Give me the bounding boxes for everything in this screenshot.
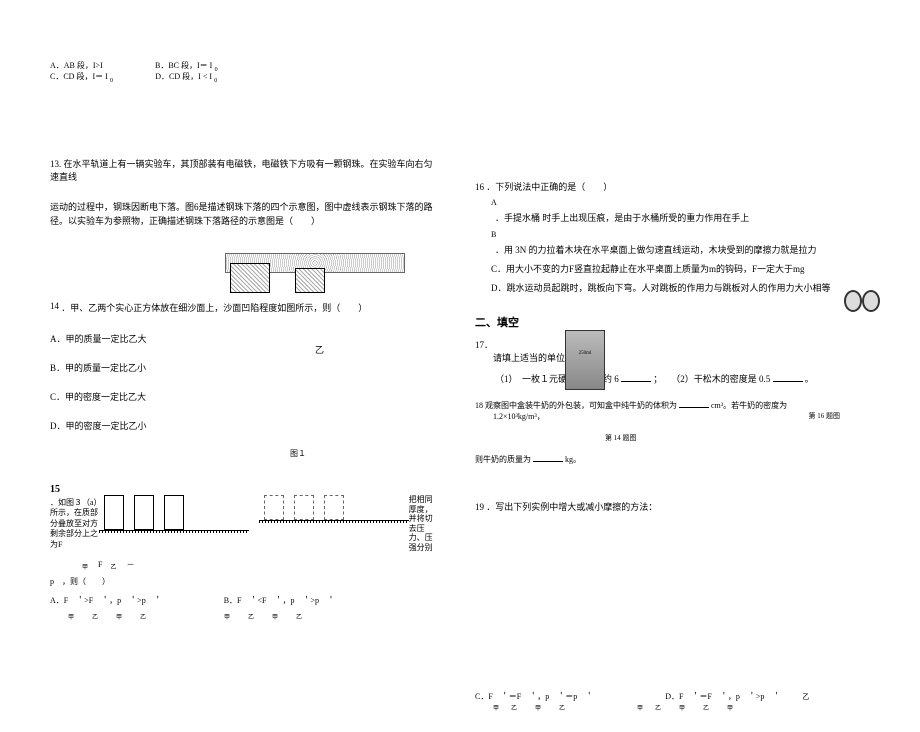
label-yi: 乙 (315, 343, 324, 356)
box-a2 (134, 495, 154, 530)
q19-num: 19 (475, 502, 484, 512)
q16-letter-a: A (491, 198, 900, 207)
q14-opt-d: D．甲的密度一定比乙小 (50, 419, 435, 432)
box-b3 (324, 495, 344, 520)
q18: 18 观察图中盒装牛奶的外包装，可知盒中纯牛奶的体积为 cm³。若牛奶的密度为 … (475, 399, 900, 422)
blank-2[interactable] (773, 373, 803, 382)
q16-num: 16 (475, 182, 484, 192)
q19-text: ．写出下列实例中增大或减小摩擦的方法： (486, 502, 657, 512)
q14-num: 14 (50, 301, 59, 311)
ground-b (259, 520, 409, 523)
q16-opt-d: D．跳水运动员起跳时，跳板向下弯。人对跳板的作用力与跳板对人的作用力大小相等 (491, 281, 900, 294)
q15-diagram-b (259, 495, 409, 523)
q15-formula: p ，则（ ） (50, 576, 435, 587)
fig1-caption: 图１ (290, 448, 435, 459)
q14-opt-a: A．甲的质量一定比乙大 (50, 332, 435, 345)
ground-a (99, 530, 249, 533)
q17-line1: （1） 一枚１元硬币的质量约 6 ； （2）干松木的密度是 0.5 。 (495, 372, 900, 385)
opt-b: B．BC 段，I＝ I (155, 61, 212, 70)
q15-diagram-a (99, 495, 249, 533)
q13-num: 13. (50, 159, 61, 169)
opt-a: A．AB 段，I>I (50, 61, 103, 70)
q15-opt-d: D．F ＇＝F ＇，p ＇>p ＇ (665, 692, 780, 701)
cube-jia (230, 263, 270, 293)
q16-opt-b: ．用 3N 的力拉着木块在水平桌面上做匀速直线运动，木块受到的摩擦力就是拉力 (495, 243, 900, 256)
q16-opt-a: ．手提水桶 时手上出现压痕，是由于水桶所受的重力作用在手上 (495, 211, 900, 224)
q16: 16 ．下列说法中正确的是（ ） (475, 180, 900, 194)
q17-num: 17． (475, 340, 493, 350)
box-a1 (104, 495, 124, 530)
q15-opt-c: C．F ＇＝F ＇，p ＇＝p ＇ (475, 692, 593, 701)
q15-text1: ．如图３（a）所示，在质部分叠放至对方剩余部分上之为F (50, 498, 99, 550)
q16-text: ．下列说法中正确的是（ ） (486, 182, 612, 192)
q16-letter-b: B (491, 230, 900, 239)
q13-text2: 运动的过程中，钢珠因断电下落。图6是描述钢珠下落的四个示意图，图中虚线表示钢珠下… (50, 201, 435, 228)
q14-opt-c: C．甲的密度一定比乙大 (50, 390, 435, 403)
opt-c: C．CD 段，I＝ I (50, 72, 108, 81)
opt-d: D．CD 段，I < I (155, 72, 212, 81)
blank-1[interactable] (621, 373, 651, 382)
q13: 13. 在水平轨道上有一辆实验车，其顶部装有电磁铁，电磁铁下方吸有一颗钢珠。在实… (50, 157, 435, 183)
q18-line2: 则牛奶的质量为 kg。 (475, 453, 900, 465)
cap-14: 第 14 题图 (605, 434, 637, 442)
q15-opt-b: B．F ＇<F ＇，p ＇>p ＇ (224, 596, 335, 605)
box-a3 (164, 495, 184, 530)
q14-opt-b: B．甲的质量一定比乙小 (50, 361, 146, 374)
box-b1 (264, 495, 284, 520)
q16-opt-c: C．用大小不变的力F竖直拉起静止在水平桌面上质量为m的钩码，F一定大于mg (491, 262, 900, 275)
q15-text3: 把相同厚度，并将切去压力、压强分别 (409, 495, 435, 553)
q12-options-top: A．AB 段，I>I B．BC 段，I＝ I 0 C．CD 段，I＝ I 0 D… (50, 60, 435, 82)
handcuff-image (844, 290, 880, 314)
milk-box-image: 250ml (565, 330, 605, 390)
q18-num: 18 (475, 401, 483, 410)
q14-options: A．甲的质量一定比乙大 B．甲的质量一定比乙小 乙 C．甲的密度一定比乙大 D．… (50, 332, 435, 432)
box-b2 (294, 495, 314, 520)
blank-3[interactable] (679, 399, 709, 408)
section-2-title: 二、填空 (475, 314, 900, 330)
cuff-right (862, 290, 880, 312)
q14-diagram (230, 263, 325, 293)
cube-yi (295, 268, 325, 293)
cap-16: 第 16 题图 (809, 411, 841, 421)
q15-num: 15 (50, 484, 435, 495)
q13-text1: 在水平轨道上有一辆实验车，其顶部装有电磁铁，电磁铁下方吸有一颗钢珠。在实验车向右… (50, 159, 433, 182)
blank-4[interactable] (533, 453, 563, 462)
q17: 17． 请填上适当的单位或数值： (475, 338, 900, 364)
cuff-left (844, 290, 862, 312)
q19: 19 ．写出下列实例中增大或减小摩擦的方法： (475, 500, 900, 513)
q15-opt-a: A．F ＇>F ＇，p ＇>p ＇ (50, 596, 162, 605)
q14-text: ．甲、乙两个实心正方体放在细沙面上，沙面凹陷程度如图所示，则（ ） (61, 303, 367, 313)
